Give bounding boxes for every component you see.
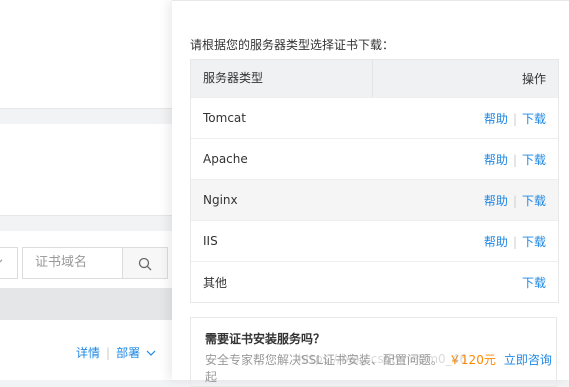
download-link[interactable]: 下载 <box>522 194 546 208</box>
row-actions: 帮助 | 下载 <box>484 233 558 250</box>
server-name: Nginx <box>203 193 238 207</box>
server-name: IIS <box>203 234 218 248</box>
row-actions: 帮助 | 下载 <box>484 151 558 168</box>
search-button[interactable] <box>122 247 168 279</box>
action-separator: | <box>512 111 517 126</box>
action-separator: | <box>512 193 517 208</box>
table-row: Apache 帮助 | 下载 <box>191 138 558 179</box>
help-link[interactable]: 帮助 <box>484 153 508 167</box>
help-link[interactable]: 帮助 <box>484 194 508 208</box>
server-name: Apache <box>203 152 248 166</box>
filter-select[interactable] <box>0 247 18 279</box>
help-link[interactable]: 帮助 <box>484 235 508 249</box>
promo-title: 需要证书安装服务吗？ <box>205 332 326 346</box>
chevron-down-icon <box>0 256 3 269</box>
server-name: Tomcat <box>203 111 246 125</box>
table-row: 其他 下载 <box>191 261 558 302</box>
download-certificate-panel: 请根据您的服务器类型选择证书下载： 服务器类型 操作 Tomcat 帮助 | 下载 … <box>172 0 569 387</box>
table-row: Nginx 帮助 | 下载 <box>191 179 558 220</box>
search-field[interactable] <box>22 247 123 279</box>
promo-text-tail: 起 <box>205 370 218 384</box>
action-separator: | <box>512 152 517 167</box>
row-actions: 帮助 | 下载 <box>484 192 558 209</box>
table-row: IIS 帮助 | 下载 <box>191 220 558 261</box>
server-name: 其他 <box>203 275 228 290</box>
server-type-table: 服务器类型 操作 Tomcat 帮助 | 下载 Apache 帮助 | 下载 Nginx… <box>190 59 559 303</box>
download-link[interactable]: 下载 <box>522 153 546 167</box>
search-icon <box>138 256 152 275</box>
watermark: https://blog.csdn.net/m0_46 <box>298 352 467 366</box>
action-separator: | <box>106 346 111 360</box>
download-link[interactable]: 下载 <box>522 276 546 290</box>
panel-prompt: 请根据您的服务器类型选择证书下载： <box>190 38 395 52</box>
panel-top-border <box>172 0 569 1</box>
table-header: 服务器类型 操作 <box>191 60 558 97</box>
help-link[interactable]: 帮助 <box>484 112 508 126</box>
consult-now-link[interactable]: 立即咨询 <box>504 353 552 367</box>
search-input[interactable] <box>23 248 123 276</box>
column-header-action: 操作 <box>521 72 546 86</box>
column-header-server-type: 服务器类型 <box>191 60 373 97</box>
action-separator: | <box>512 234 517 249</box>
deploy-link[interactable]: 部署 <box>116 346 140 360</box>
chevron-down-icon[interactable] <box>146 347 156 361</box>
row-actions: 详情 | 部署 <box>76 344 156 361</box>
table-row: Tomcat 帮助 | 下载 <box>191 97 558 138</box>
download-link[interactable]: 下载 <box>522 112 546 126</box>
row-actions: 帮助 | 下载 <box>484 110 558 127</box>
detail-link[interactable]: 详情 <box>76 346 100 360</box>
download-link[interactable]: 下载 <box>522 235 546 249</box>
row-actions: 下载 <box>522 274 558 291</box>
